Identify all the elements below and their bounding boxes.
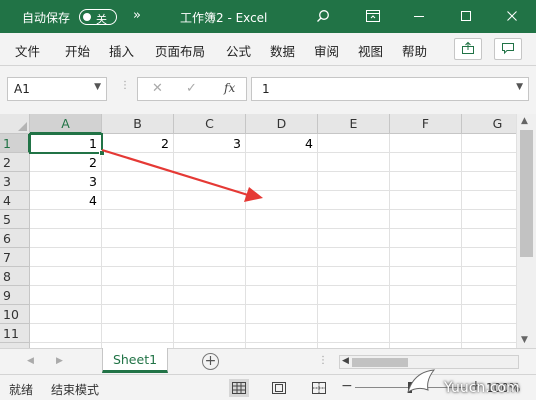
red-arrow-annotation	[101, 148, 263, 202]
name-box-value: A1	[14, 82, 30, 96]
tab-file[interactable]: 文件	[15, 41, 40, 60]
formula-bar: A1 ▼ ⋮ ✕ ✓ fx 1 ▼	[0, 66, 536, 110]
horizontal-scrollbar[interactable]: ◀	[339, 355, 519, 369]
tab-review[interactable]: 审阅	[314, 41, 339, 60]
cancel-icon[interactable]: ✕	[152, 81, 163, 96]
expand-formula-bar-icon[interactable]: ▼	[516, 82, 523, 92]
page-break-view-button[interactable]	[309, 379, 329, 397]
share-button[interactable]	[454, 38, 482, 60]
share-icon	[461, 41, 475, 58]
sheet-tabs-bar: ◀ ▶ Sheet1 + ⋮ ◀	[0, 348, 536, 374]
tab-help[interactable]: 帮助	[402, 41, 427, 60]
normal-view-button[interactable]	[229, 379, 249, 397]
formula-buttons: ✕ ✓ fx	[137, 77, 247, 101]
name-box[interactable]: A1 ▼	[7, 77, 107, 101]
page-layout-view-button[interactable]	[269, 379, 289, 397]
tab-home[interactable]: 开始	[65, 41, 90, 60]
next-sheet-icon[interactable]: ▶	[56, 356, 63, 366]
vertical-scroll-thumb[interactable]	[520, 130, 533, 257]
scroll-up-icon[interactable]: ▲	[521, 116, 528, 126]
autosave-label: 自动保存	[22, 11, 71, 25]
add-sheet-button[interactable]: +	[202, 353, 219, 370]
comments-button[interactable]	[494, 38, 522, 60]
tab-data[interactable]: 数据	[270, 41, 295, 60]
formula-bar-splitter[interactable]: ⋮	[120, 80, 130, 91]
zoom-in-button[interactable]: +	[470, 378, 482, 394]
search-icon[interactable]	[312, 6, 334, 26]
end-mode-status: 结束模式	[51, 383, 100, 397]
scroll-left-icon[interactable]: ◀	[342, 356, 349, 366]
normal-view-icon	[232, 382, 246, 394]
scroll-down-icon[interactable]: ▼	[521, 335, 528, 345]
tab-view[interactable]: 视图	[358, 41, 383, 60]
quick-access-more-button[interactable]: »	[133, 8, 141, 23]
sheet-tab-sheet1[interactable]: Sheet1	[102, 348, 168, 373]
maximize-icon[interactable]	[455, 6, 477, 26]
prev-sheet-icon[interactable]: ◀	[27, 356, 34, 366]
close-icon[interactable]	[501, 6, 523, 26]
autosave-toggle[interactable]: 关	[79, 9, 117, 26]
formula-input[interactable]: 1 ▼	[251, 77, 529, 101]
toggle-knob	[83, 13, 91, 21]
zoom-level[interactable]: 100%	[486, 381, 520, 395]
tab-splitter[interactable]: ⋮	[318, 355, 328, 366]
title-bar: 自动保存 关 » 工作簿2 - Excel	[0, 0, 536, 33]
vertical-scrollbar[interactable]: ▲ ▼	[516, 114, 536, 348]
enter-icon[interactable]: ✓	[186, 81, 197, 96]
chevron-down-icon[interactable]: ▼	[94, 82, 101, 92]
tab-page-layout[interactable]: 页面布局	[155, 41, 205, 60]
page-layout-view-icon	[272, 382, 286, 394]
comment-icon	[501, 41, 515, 58]
autosave-state: 关	[96, 13, 107, 26]
zoom-out-button[interactable]: −	[341, 378, 353, 394]
horizontal-scroll-thumb[interactable]	[352, 358, 408, 367]
worksheet-grid[interactable]: A B C D E F G 1 2 3 4 5 6 7 8 9 10 11 12…	[0, 114, 516, 348]
tab-insert[interactable]: 插入	[109, 41, 134, 60]
insert-function-button[interactable]: fx	[224, 81, 235, 95]
ready-status: 就绪	[9, 383, 34, 397]
minimize-icon[interactable]	[408, 6, 430, 26]
page-break-view-icon	[312, 382, 326, 394]
zoom-slider-knob[interactable]	[408, 382, 412, 393]
window-title: 工作簿2 - Excel	[180, 11, 268, 25]
status-bar: 就绪 结束模式 − + 100%	[0, 374, 536, 400]
tab-formulas[interactable]: 公式	[226, 41, 251, 60]
ribbon-display-icon[interactable]	[362, 6, 384, 26]
formula-value: 1	[262, 82, 270, 96]
ribbon-tabs: 文件 开始 插入 页面布局 公式 数据 审阅 视图 帮助	[0, 33, 536, 66]
